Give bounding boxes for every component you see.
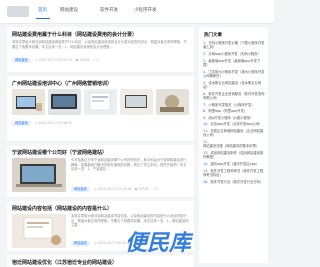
sidebar-item-number: 8 (203, 109, 206, 114)
category-tag[interactable]: 网站建设 (12, 121, 31, 126)
watermark-text: 便民库 (125, 231, 193, 256)
article-card[interactable]: 网站建设费用属于什么科目（网站建设费用的会计分录） 本篇文章给大家谈谈网站建设费… (7, 27, 194, 72)
article-date: 2023-03-17 01:12:26 (97, 187, 132, 191)
article-meta: 网站建设 ◷ 2023-03-17 01:51:13 ◉ 15553 ▭ 0 (12, 58, 99, 64)
nav-item-software-dev[interactable]: 软件开发 (100, 7, 118, 13)
article-date: 2023-03-17 01:51:13 (38, 58, 73, 62)
sidebar-item[interactable]: 4、江苏常州小程序开发（常州小程序开发公司哪家好） (203, 70, 265, 79)
sidebar-item-label[interactable]: 网站建设流程（网站建设的基本步骤） (203, 144, 259, 148)
sidebar-item-label[interactable]: 安居企业商城网站建设（企业网站建设公司） (203, 129, 263, 137)
article-meta: 网站建设 ◷ 2023-03-17 01:26:31 (12, 121, 72, 127)
sidebar-item[interactable]: 12、网站建设流程（网站建设的基本步骤） (203, 140, 265, 149)
hot-articles-sidebar: 热门文章 1、手机小程序开发价格（下载小程序开发者工具） 2、天网app小程序开发… (199, 27, 268, 263)
sidebar-item-label[interactable]: 软件开发企业咨询服务（软件开发咨询有限公司） (203, 92, 264, 100)
article-title[interactable]: 广州网站建设培训中心（广州网络营销培训） (12, 80, 190, 87)
article-card[interactable]: 宁波网站建设哪个公司好（宁波网络建站） 今天给各位分享宁波网站建设哪个公司好的知… (7, 145, 194, 197)
article-thumbnail[interactable] (48, 89, 81, 115)
sidebar-item-number: 9 (203, 115, 206, 120)
category-tag[interactable]: 网站建设 (71, 187, 90, 192)
sidebar-item[interactable]: 14、潍坊app开发（潍坊开发区app） (203, 162, 265, 166)
clock-icon: ◷ (93, 187, 97, 191)
category-tag[interactable]: 网站建设 (71, 241, 90, 246)
sidebar-item-label[interactable]: 软件开发行业（软件开发行业分析） (211, 180, 264, 184)
sidebar-item-label[interactable]: 最新版app开发（最新版app开发下载） (203, 59, 260, 67)
article-thumbnail[interactable] (120, 89, 153, 115)
site-logo[interactable] (7, 6, 29, 17)
nav-item-web-build[interactable]: 网站建设 (60, 7, 78, 13)
sidebar-item-label[interactable]: 小程序开发相关（小程序开发） (208, 103, 254, 107)
article-card[interactable]: 广州网站建设培训中心（广州网络营销培训） 网站建设 ◷ 2023-03-17 0… (7, 76, 194, 141)
sidebar-item-number: 7 (203, 102, 206, 107)
sidebar-item-number: 16 (203, 179, 208, 184)
article-meta: 网站建设 ◷ 2023-03-17 01:12:26 ◉ 13726 ▭ 0 (71, 187, 158, 192)
sidebar-item-number: 3 (203, 58, 206, 63)
sidebar-item-number: 15 (203, 168, 208, 173)
article-title[interactable]: 网站建设费用属于什么科目（网站建设费用的会计分录） (12, 31, 190, 38)
article-thumbnail[interactable] (12, 158, 66, 192)
comment-icon: ▭ (92, 58, 96, 62)
sidebar-item[interactable]: 10、北京app开发（北京开发app公司） (203, 122, 265, 126)
sidebar-item-label[interactable]: 江苏常州小程序开发（常州小程序开发公司哪家好） (203, 70, 264, 78)
article-meta: 网站建设 ◷ 2023-03-17 00:55:42 (71, 241, 131, 246)
sidebar-item[interactable]: 8、阿里app（阿里app开发） (203, 109, 265, 113)
sidebar-item-number: 4 (203, 69, 206, 74)
article-views: 15553 (79, 58, 90, 62)
sidebar-item[interactable]: 6、软件开发企业咨询服务（软件开发咨询有限公司） (203, 92, 265, 101)
article-views: 13726 (138, 187, 149, 191)
eye-icon: ◉ (75, 58, 79, 62)
sidebar-item-label[interactable]: 软件开发工程师考试（软件开发工程师考试科目） (203, 169, 263, 177)
clock-icon: ◷ (34, 121, 38, 125)
sidebar-item-label[interactable]: 成品网站建设制作（成品网站建设制作教程） (203, 151, 263, 159)
thumbnail-row (12, 89, 189, 115)
article-likes: 0 (96, 58, 99, 62)
sidebar-item[interactable]: 5、佳木斯企业网站建设（佳木斯企业网站） (203, 81, 265, 90)
article-card[interactable]: 宿迁网站建设优化（江苏宿迁专业的网站建设） (7, 255, 194, 267)
sidebar-item[interactable]: 2、天网app小程序开发（天网小程序） (203, 52, 265, 56)
article-desc: 本篇文章给大家谈谈网站建设费用属于什么科目，以及网站建设费用的会计分录对应的知识… (12, 40, 187, 49)
clock-icon: ◷ (93, 241, 97, 245)
sidebar-item[interactable]: 11、安居企业商城网站建设（企业网站建设公司） (203, 129, 265, 138)
sidebar-item-number: 2 (203, 52, 206, 56)
sidebar-item-label[interactable]: 佳木斯企业网站建设（佳木斯企业网站） (203, 81, 261, 89)
sidebar-item-label[interactable]: 阿里app（阿里app开发） (208, 109, 247, 113)
article-date: 2023-03-17 01:26:31 (38, 121, 73, 125)
comment-icon: ▭ (151, 187, 155, 191)
sidebar-item[interactable]: 16、软件开发行业（软件开发行业分析） (203, 180, 265, 184)
sidebar-item-label[interactable]: 用js开发小程序（js做小程序） (208, 116, 253, 120)
sidebar-item[interactable]: 15、软件开发工程师考试（软件开发工程师考试科目） (203, 169, 265, 178)
top-nav: 首页 网站建设 软件开发 小程序开发 (0, 0, 274, 24)
sidebar-item-label[interactable]: 手机小程序开发价格（下载小程序开发者工具） (203, 41, 264, 49)
sidebar-item[interactable]: 3、最新版app开发（最新版app开发下载） (203, 59, 265, 68)
article-thumbnail[interactable] (12, 89, 45, 115)
article-title[interactable]: 网站建设内容包括（网站建设的内容是什么） (12, 205, 190, 212)
sidebar-item-label[interactable]: 北京app开发（北京开发app公司） (211, 122, 263, 126)
sidebar-item[interactable]: 9、用js开发小程序（js做小程序） (203, 116, 265, 120)
nav-item-home[interactable]: 首页 (38, 7, 47, 13)
article-likes: 0 (155, 187, 158, 191)
sidebar-item-number: 6 (203, 91, 206, 96)
sidebar-item-number: 14 (203, 161, 208, 166)
sidebar-item[interactable]: 13、成品网站建设制作（成品网站建设制作教程） (203, 151, 265, 160)
sidebar-title: 热门文章 (204, 33, 222, 38)
article-thumbnail[interactable] (156, 89, 189, 115)
sidebar-item[interactable]: 1、手机小程序开发价格（下载小程序开发者工具） (203, 41, 265, 50)
article-desc: 今天给各位分享宁波网站建设哪个公司好的知识，其中也会对宁波网络建站进行解释，如果… (71, 158, 187, 172)
sidebar-item-label[interactable]: 天网app小程序开发（天网小程序） (208, 52, 260, 56)
category-tag[interactable]: 网站建设 (12, 58, 31, 63)
sidebar-item-label[interactable]: 潍坊app开发（潍坊开发区app） (211, 162, 260, 166)
sidebar-item[interactable]: 7、小程序开发相关（小程序开发） (203, 103, 265, 107)
sidebar-list: 1、手机小程序开发价格（下载小程序开发者工具） 2、天网app小程序开发（天网小程… (203, 41, 265, 186)
article-thumbnail[interactable] (12, 214, 66, 248)
nav-active-indicator (36, 18, 50, 19)
nav-item-mini-program[interactable]: 小程序开发 (134, 7, 157, 13)
watermark-logo: 便民库 (125, 231, 193, 256)
sidebar-item-number: 10 (203, 122, 208, 127)
sidebar-item-number: 5 (203, 80, 206, 85)
eye-icon: ◉ (134, 187, 138, 191)
clock-icon: ◷ (34, 58, 38, 62)
article-title[interactable]: 宁波网站建设哪个公司好（宁波网络建站） (12, 149, 190, 156)
article-thumbnail[interactable] (84, 89, 117, 115)
